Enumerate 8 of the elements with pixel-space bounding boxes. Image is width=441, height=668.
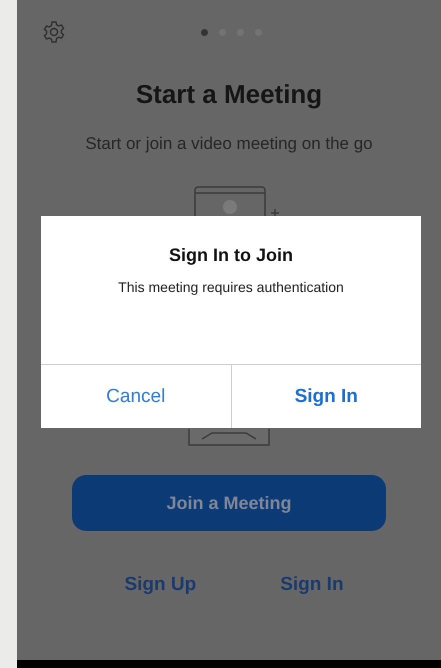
sign-up-link[interactable]: Sign Up bbox=[124, 573, 196, 597]
dialog-title: Sign In to Join bbox=[169, 244, 293, 266]
settings-icon[interactable] bbox=[42, 20, 66, 44]
page-title: Start a Meeting bbox=[136, 78, 322, 110]
sign-in-link[interactable]: Sign In bbox=[280, 573, 344, 597]
dialog-message: This meeting requires authentication bbox=[118, 278, 344, 296]
join-meeting-button[interactable]: Join a Meeting bbox=[72, 475, 386, 531]
subtitle: Start or join a video meeting on the go bbox=[85, 133, 373, 155]
